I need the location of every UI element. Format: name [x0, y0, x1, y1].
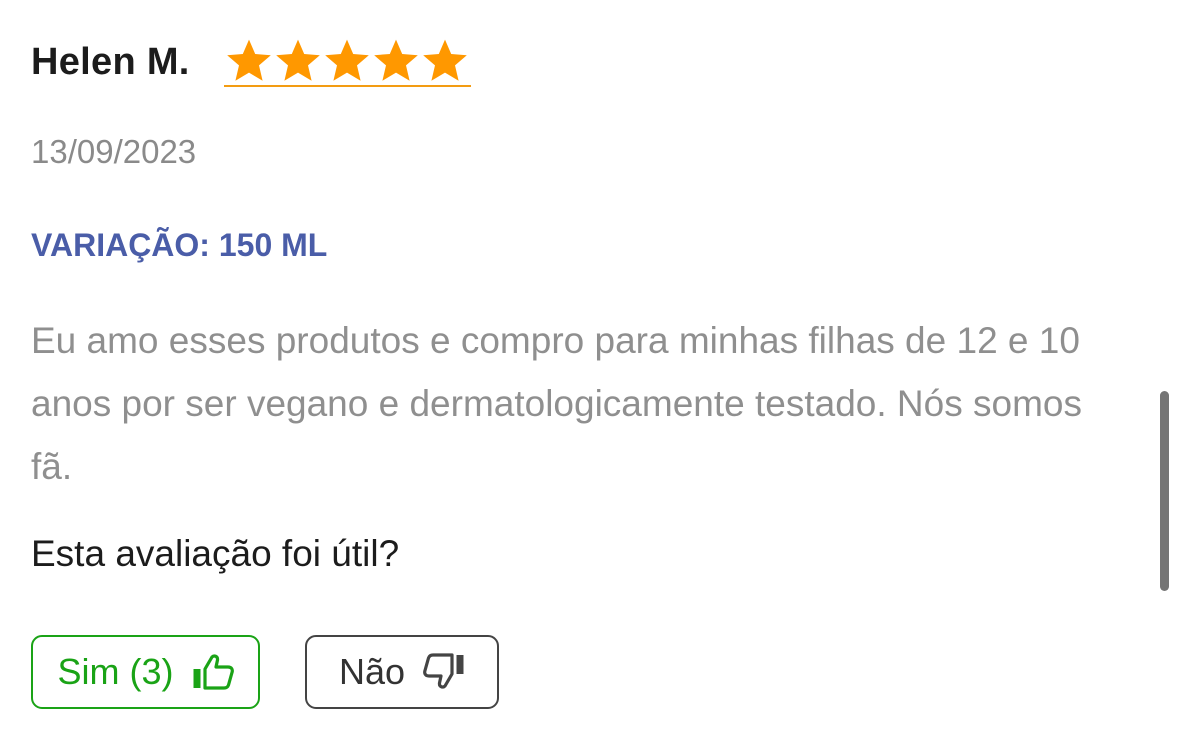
review-card: Helen M. 13/09/2023 VARIAÇÃO: 150 ML Eu …	[31, 0, 1131, 748]
helpful-yes-button[interactable]: Sim (3)	[31, 635, 260, 709]
star-rating	[223, 37, 471, 87]
review-text: Eu amo esses produtos e compro para minh…	[31, 320, 1082, 487]
star-icon	[226, 39, 271, 81]
review-date: 13/09/2023	[31, 133, 197, 170]
product-variation: VARIAÇÃO: 150 ML	[31, 227, 328, 263]
helpful-question: Esta avaliação foi útil?	[31, 533, 400, 574]
helpful-no-button[interactable]: Não	[305, 635, 499, 709]
reviewer-name: Helen M.	[31, 40, 190, 83]
star-icon	[275, 39, 320, 81]
helpful-yes-label: Sim (3)	[57, 651, 174, 692]
thumbs-down-icon	[423, 653, 465, 691]
thumbs-up-icon	[192, 654, 234, 690]
helpful-no-label: Não	[338, 651, 406, 692]
star-icon	[373, 39, 418, 81]
star-icon	[324, 39, 369, 81]
star-icon	[422, 39, 467, 81]
review-header: Helen M.	[31, 36, 471, 88]
scrollbar[interactable]	[1160, 391, 1169, 591]
